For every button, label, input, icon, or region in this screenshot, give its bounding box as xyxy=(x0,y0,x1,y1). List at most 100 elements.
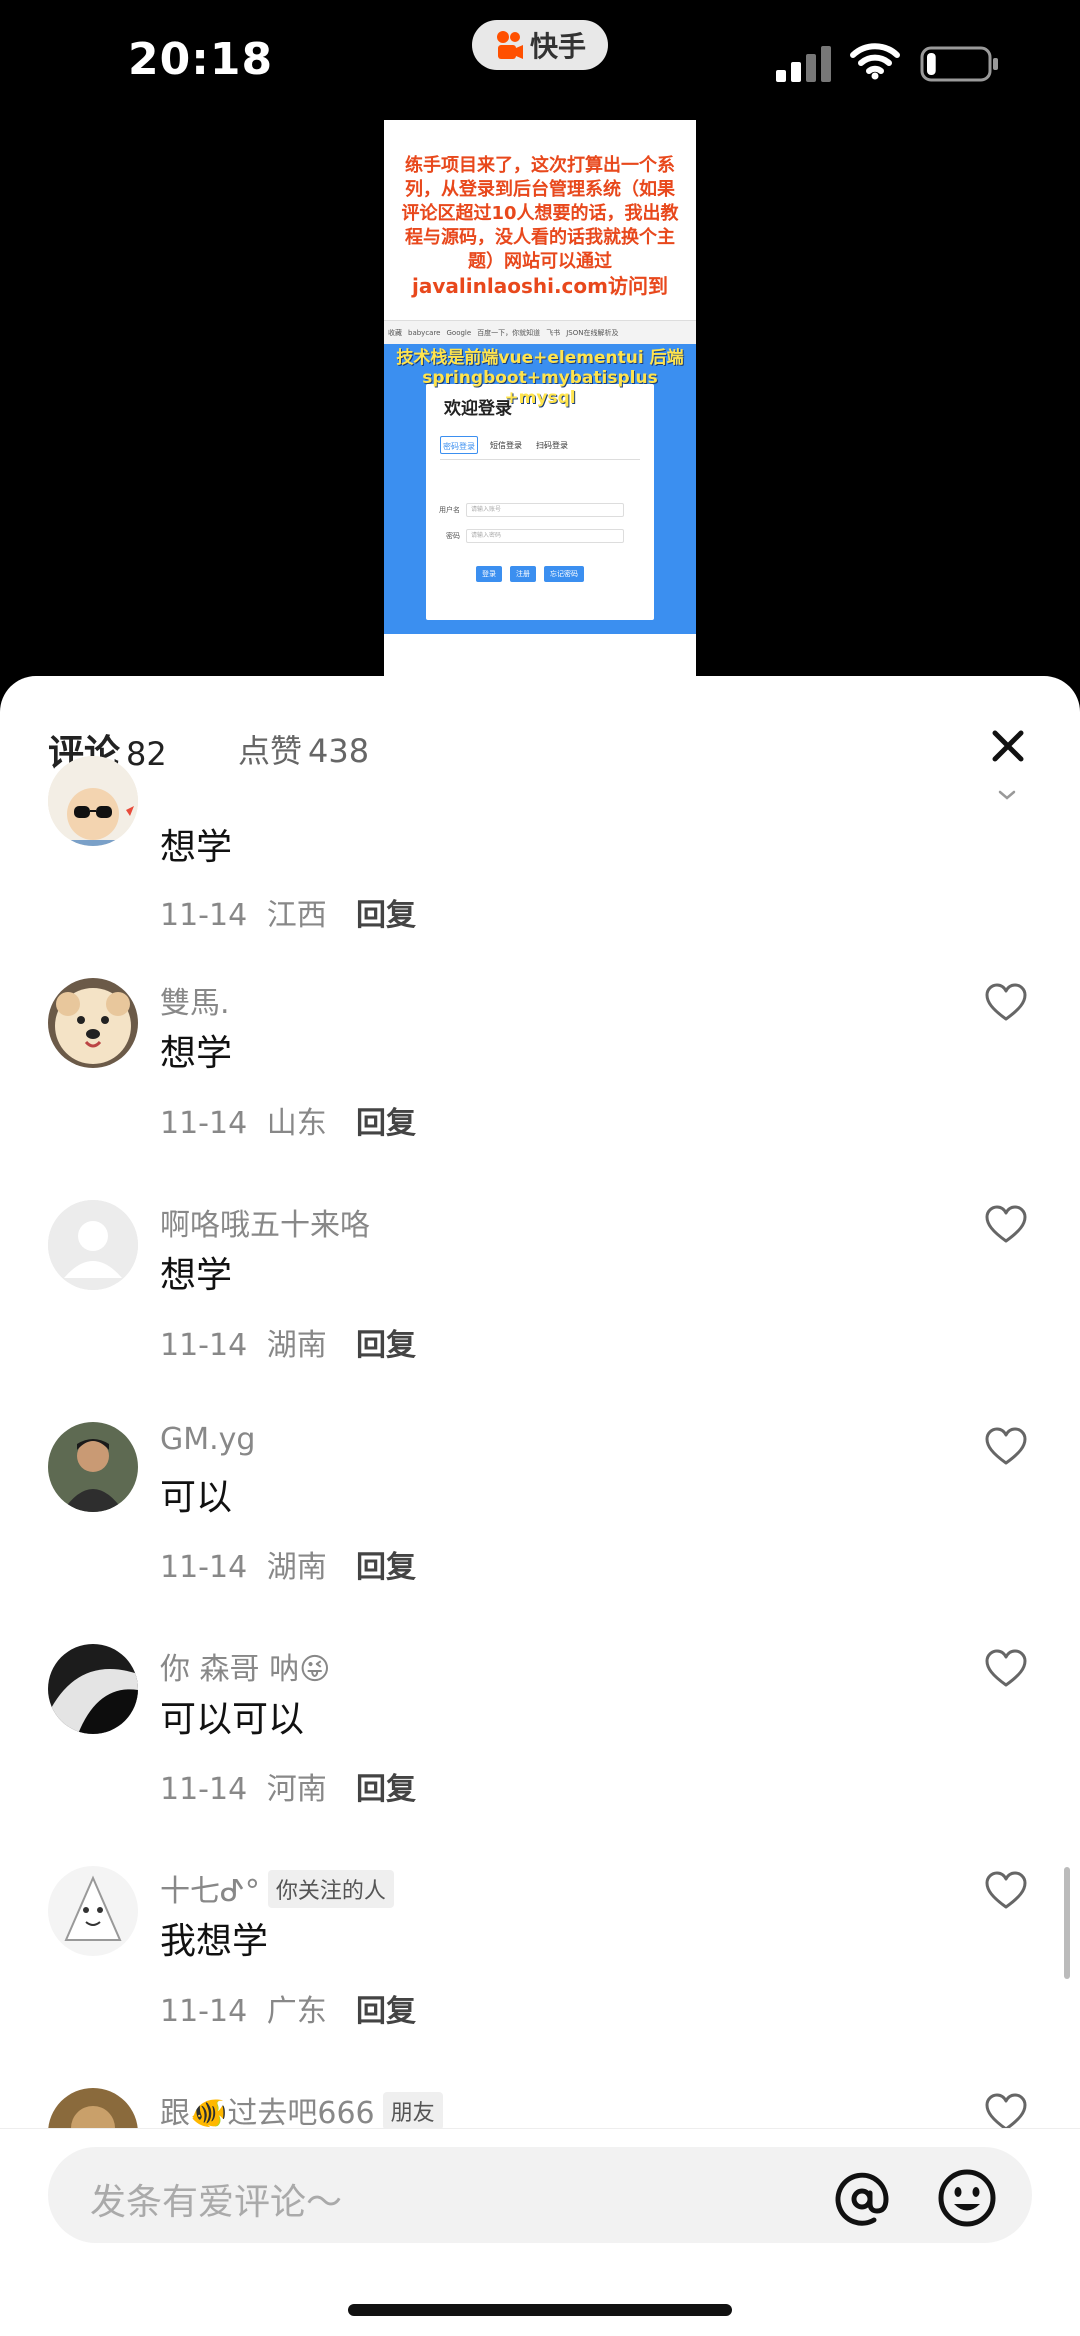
comment-date: 11-14 xyxy=(160,898,248,933)
avatar-image xyxy=(48,1866,138,1956)
tech-stack-caption: 技术栈是前端vue+elementui 后端springboot+mybatis… xyxy=(396,348,684,408)
video-caption-text: 练手项目来了，这次打算出一个系列，从登录到后台管理系统（如果评论区超过10人想要… xyxy=(401,155,679,272)
video-player[interactable]: 练手项目来了，这次打算出一个系列，从登录到后台管理系统（如果评论区超过10人想要… xyxy=(384,120,696,676)
battery-icon xyxy=(920,46,998,82)
reply-button[interactable]: 回复 xyxy=(356,1542,416,1586)
comment-date: 11-14 xyxy=(160,1106,248,1141)
app-indicator-pill[interactable]: 快手 xyxy=(472,20,608,70)
comment-author[interactable]: 啊咯哦五十来咯 xyxy=(160,1200,370,1244)
home-indicator[interactable] xyxy=(348,2304,732,2316)
comment-author[interactable]: 十七ᕷ° 你关注的人 xyxy=(160,1866,394,1910)
cellular-signal-icon xyxy=(776,46,831,82)
bookmark: 飞书 xyxy=(546,328,561,337)
comment-date: 11-14 xyxy=(160,1994,248,2029)
reply-button[interactable]: 回复 xyxy=(356,1986,416,2030)
comment-item: 雙馬. 想学 11-14 山东 回复 xyxy=(0,978,1080,1200)
comment-date: 11-14 xyxy=(160,1772,248,1807)
comment-region: 江西 xyxy=(266,898,327,933)
heart-icon[interactable] xyxy=(984,1426,1028,1466)
comment-region: 湖南 xyxy=(266,1328,327,1363)
comment-text: 可以 xyxy=(160,1477,233,1518)
video-caption-url: javalinlaoshi.com访问到 xyxy=(412,274,668,298)
kuaishou-logo-icon xyxy=(496,31,523,59)
heart-icon[interactable] xyxy=(984,1204,1028,1244)
tab-likes[interactable]: 点赞 438 xyxy=(238,726,369,772)
comment-date: 11-14 xyxy=(160,1328,248,1363)
comment-meta: 11-14 江西 xyxy=(160,890,327,934)
comment-text: 想学 xyxy=(160,1255,233,1296)
bookmark: babycare xyxy=(408,328,441,337)
bookmark: 百度一下，你就知道 xyxy=(477,328,541,337)
comment-input[interactable]: 发条有爱评论～ xyxy=(48,2147,1032,2243)
comment-meta: 11-14 湖南 xyxy=(160,1542,327,1586)
password-input: 请输入密码 xyxy=(466,529,624,543)
register-button: 注册 xyxy=(510,566,536,582)
comment-list-scrollbar[interactable] xyxy=(1064,1867,1070,1979)
comment-region: 河南 xyxy=(266,1772,327,1807)
bookmark: Google xyxy=(446,328,472,337)
forgot-password-button: 忘记密码 xyxy=(544,566,584,582)
following-badge: 你关注的人 xyxy=(267,1870,394,1908)
username-input: 请输入账号 xyxy=(466,503,624,517)
comment-input-placeholder: 发条有爱评论～ xyxy=(90,2182,343,2223)
avatar[interactable] xyxy=(48,756,138,846)
heart-icon[interactable] xyxy=(984,2092,1028,2132)
login-buttons: 登录 注册 忘记密码 xyxy=(476,566,584,582)
username-label: 用户名 xyxy=(439,506,460,514)
comment-author[interactable]: 雙馬. xyxy=(160,978,230,1022)
tab-comments-count: 82 xyxy=(126,735,167,773)
reply-button[interactable]: 回复 xyxy=(356,1098,416,1142)
reply-button[interactable]: 回复 xyxy=(356,1764,416,1808)
video-caption: 练手项目来了，这次打算出一个系列，从登录到后台管理系统（如果评论区超过10人想要… xyxy=(384,154,696,300)
login-password-row: 密码 请输入密码 xyxy=(438,528,638,544)
comment-author-name: 跟🐠过去吧666 xyxy=(160,2096,375,2131)
comment-region: 广东 xyxy=(266,1994,327,2029)
browser-bookmarks-bar: 收藏 babycare Google 百度一下，你就知道 飞书 JSON在线解析… xyxy=(384,320,696,344)
comment-region: 山东 xyxy=(266,1106,327,1141)
status-bar: 20:18 快手 xyxy=(0,0,1080,120)
comment-text: 想学 xyxy=(160,827,233,868)
comment-item: GM.yg 可以 11-14 湖南 回复 xyxy=(0,1422,1080,1644)
avatar-image xyxy=(48,1644,138,1734)
comment-meta: 11-14 湖南 xyxy=(160,1320,327,1364)
reply-button[interactable]: 回复 xyxy=(356,890,416,934)
comment-meta: 11-14 广东 xyxy=(160,1986,327,2030)
app-name: 快手 xyxy=(529,30,586,63)
avatar[interactable] xyxy=(48,1200,138,1290)
comment-author[interactable]: GM.yg xyxy=(160,1422,255,1457)
comment-item: 啊咯哦五十来咯 想学 11-14 湖南 回复 xyxy=(0,1200,1080,1422)
tab-likes-label: 点赞 xyxy=(238,732,303,770)
avatar[interactable] xyxy=(48,1422,138,1512)
login-username-row: 用户名 请输入账号 xyxy=(438,502,638,518)
login-tab-qrcode: 扫码登录 xyxy=(536,441,568,450)
reply-button[interactable]: 回复 xyxy=(356,1320,416,1364)
comment-item: 十七ᕷ° 你关注的人 我想学 11-14 广东 回复 xyxy=(0,1866,1080,2088)
comment-text: 想学 xyxy=(160,1033,233,1074)
avatar[interactable] xyxy=(48,1644,138,1734)
avatar-image xyxy=(48,756,138,846)
heart-icon[interactable] xyxy=(984,1648,1028,1688)
comment-sheet-header: 评论 82 点赞 438 xyxy=(0,676,1080,792)
avatar-image xyxy=(48,978,138,1068)
comment-author[interactable]: 跟🐠过去吧666 朋友 xyxy=(160,2088,443,2132)
at-icon[interactable] xyxy=(832,2169,892,2229)
comment-item: 想学 11-14 江西 回复 xyxy=(0,756,1080,1002)
comment-sheet: 评论 82 点赞 438 想学 11-14 江西 回复 雙馬. 想学 11-14… xyxy=(0,676,1080,2336)
bookmark: JSON在线解析及 xyxy=(566,328,619,337)
avatar[interactable] xyxy=(48,1866,138,1956)
emoji-icon[interactable] xyxy=(936,2167,998,2229)
close-icon[interactable] xyxy=(990,728,1026,764)
comment-author-name: 十七ᕷ° xyxy=(160,1874,260,1909)
friend-badge: 朋友 xyxy=(382,2092,443,2130)
comment-meta: 11-14 河南 xyxy=(160,1764,327,1808)
heart-icon[interactable] xyxy=(984,1870,1028,1910)
wifi-icon xyxy=(850,43,900,80)
comment-date: 11-14 xyxy=(160,1550,248,1585)
avatar[interactable] xyxy=(48,978,138,1068)
status-time: 20:18 xyxy=(128,34,274,85)
login-tabs: 密码登录 短信登录 扫码登录 xyxy=(440,436,640,460)
heart-icon[interactable] xyxy=(984,982,1028,1022)
login-tab-password: 密码登录 xyxy=(440,436,478,454)
comment-author[interactable]: 你 森哥 呐😜 xyxy=(160,1644,330,1688)
comment-text: 我想学 xyxy=(160,1921,269,1962)
